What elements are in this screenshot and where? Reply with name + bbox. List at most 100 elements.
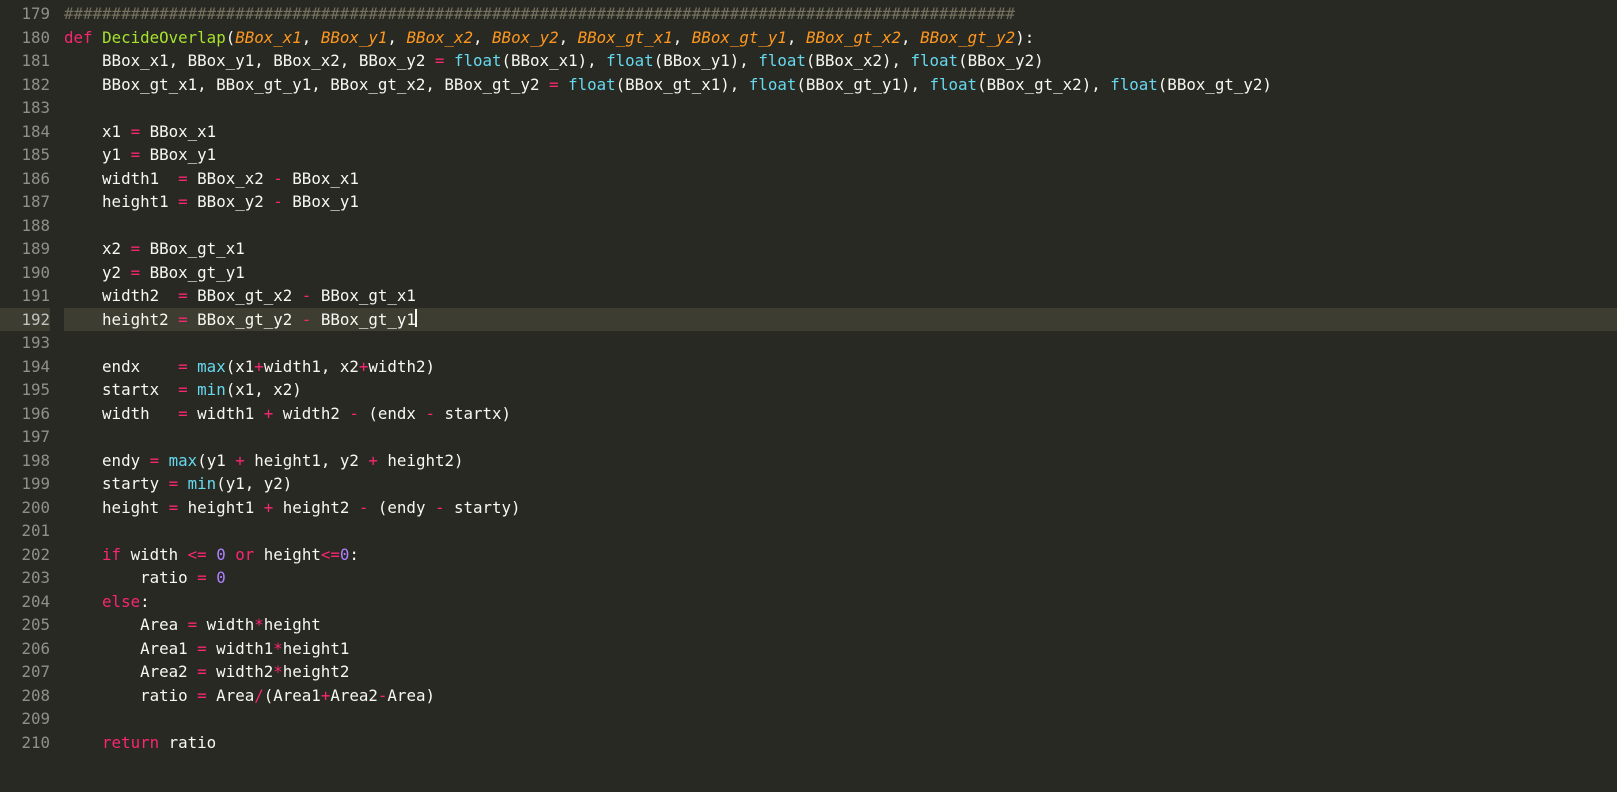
code-token: Area2 — [64, 662, 197, 681]
code-token: , — [787, 28, 806, 47]
code-token: <= — [188, 545, 207, 564]
code-line[interactable]: width = width1 + width2 - (endx - startx… — [64, 402, 1617, 426]
code-line[interactable]: starty = min(y1, y2) — [64, 472, 1617, 496]
code-line[interactable]: Area = width*height — [64, 613, 1617, 637]
code-token: width1 — [188, 404, 264, 423]
code-line[interactable]: if width <= 0 or height<=0: — [64, 543, 1617, 567]
code-line[interactable]: height1 = BBox_y2 - BBox_y1 — [64, 190, 1617, 214]
code-token: width1, x2 — [264, 357, 359, 376]
code-token: height2 — [283, 662, 350, 681]
code-token: width1 — [64, 169, 178, 188]
code-line[interactable] — [64, 331, 1617, 355]
code-token: starty) — [444, 498, 520, 517]
code-token: Area — [64, 615, 188, 634]
code-token: width1 — [207, 639, 274, 658]
code-token: height — [264, 615, 321, 634]
code-editor[interactable]: 1791801811821831841851861871881891901911… — [0, 0, 1617, 792]
code-token: float — [758, 51, 806, 70]
code-token: + — [264, 498, 274, 517]
code-line[interactable]: endy = max(y1 + height1, y2 + height2) — [64, 449, 1617, 473]
code-line[interactable]: def DecideOverlap(BBox_x1, BBox_y1, BBox… — [64, 26, 1617, 50]
line-number: 201 — [0, 519, 50, 543]
code-line[interactable] — [64, 519, 1617, 543]
code-token: (endx — [359, 404, 426, 423]
code-token: - — [359, 498, 369, 517]
code-token: + — [254, 357, 264, 376]
code-line[interactable]: return ratio — [64, 731, 1617, 755]
code-token: : — [349, 545, 359, 564]
code-token: (x1 — [226, 357, 255, 376]
code-token: return — [102, 733, 159, 752]
line-number: 185 — [0, 143, 50, 167]
code-token: - — [273, 169, 283, 188]
code-line[interactable] — [64, 214, 1617, 238]
code-token: - — [302, 310, 312, 329]
code-token: - — [273, 192, 283, 211]
code-line[interactable] — [64, 96, 1617, 120]
code-token: BBox_x1 — [140, 122, 216, 141]
code-line[interactable]: startx = min(x1, x2) — [64, 378, 1617, 402]
code-line[interactable]: width1 = BBox_x2 - BBox_x1 — [64, 167, 1617, 191]
code-token: BBox_gt_x1 — [311, 286, 416, 305]
code-token — [207, 568, 217, 587]
code-token: y1 — [64, 145, 131, 164]
code-token: , — [387, 28, 406, 47]
code-token: (endy — [368, 498, 435, 517]
code-token: + — [359, 357, 369, 376]
code-token: = — [178, 192, 188, 211]
code-token: BBox_y2 — [492, 28, 559, 47]
code-token: 0 — [216, 568, 226, 587]
code-line[interactable]: Area2 = width2*height2 — [64, 660, 1617, 684]
code-token: 0 — [340, 545, 350, 564]
code-token: = — [178, 404, 188, 423]
code-token: = — [549, 75, 559, 94]
line-number: 184 — [0, 120, 50, 144]
code-token: = — [178, 310, 188, 329]
code-token: (BBox_gt_x2), — [977, 75, 1110, 94]
code-line[interactable]: height = height1 + height2 - (endy - sta… — [64, 496, 1617, 520]
code-line[interactable]: ratio = Area/(Area1+Area2-Area) — [64, 684, 1617, 708]
code-line[interactable]: x2 = BBox_gt_x1 — [64, 237, 1617, 261]
code-token: (BBox_x1), — [502, 51, 607, 70]
line-number: 191 — [0, 284, 50, 308]
code-line[interactable]: endx = max(x1+width1, x2+width2) — [64, 355, 1617, 379]
code-token: BBox_gt_y1 — [140, 263, 245, 282]
code-token: Area) — [387, 686, 435, 705]
code-token — [226, 545, 236, 564]
code-line[interactable]: ########################################… — [64, 2, 1617, 26]
code-token: = — [178, 380, 188, 399]
code-line[interactable]: else: — [64, 590, 1617, 614]
code-token: = — [178, 286, 188, 305]
line-number-gutter: 1791801811821831841851861871881891901911… — [0, 0, 64, 792]
code-token: <= — [321, 545, 340, 564]
code-token: BBox_gt_x1 — [140, 239, 245, 258]
code-line[interactable] — [64, 707, 1617, 731]
code-token — [64, 545, 102, 564]
code-line[interactable]: width2 = BBox_gt_x2 - BBox_gt_x1 — [64, 284, 1617, 308]
code-token: - — [349, 404, 359, 423]
line-number: 196 — [0, 402, 50, 426]
code-token: height1 — [283, 639, 350, 658]
code-area[interactable]: ########################################… — [64, 0, 1617, 792]
code-token: + — [264, 404, 274, 423]
code-line[interactable] — [64, 425, 1617, 449]
code-line[interactable]: BBox_gt_x1, BBox_gt_y1, BBox_gt_x2, BBox… — [64, 73, 1617, 97]
code-token: ratio — [64, 568, 197, 587]
code-line[interactable]: y2 = BBox_gt_y1 — [64, 261, 1617, 285]
code-line[interactable]: y1 = BBox_y1 — [64, 143, 1617, 167]
code-token — [559, 75, 569, 94]
code-line[interactable]: height2 = BBox_gt_y2 - BBox_gt_y1 — [64, 308, 1617, 332]
code-line[interactable]: x1 = BBox_x1 — [64, 120, 1617, 144]
code-line[interactable]: Area1 = width1*height1 — [64, 637, 1617, 661]
code-line[interactable]: BBox_x1, BBox_y1, BBox_x2, BBox_y2 = flo… — [64, 49, 1617, 73]
code-token: , — [673, 28, 692, 47]
line-number: 198 — [0, 449, 50, 473]
line-number: 186 — [0, 167, 50, 191]
code-line[interactable]: ratio = 0 — [64, 566, 1617, 590]
line-number: 206 — [0, 637, 50, 661]
code-token: = — [169, 474, 179, 493]
line-number: 180 — [0, 26, 50, 50]
code-token: - — [302, 286, 312, 305]
line-number: 190 — [0, 261, 50, 285]
code-token: BBox_x1 — [235, 28, 302, 47]
